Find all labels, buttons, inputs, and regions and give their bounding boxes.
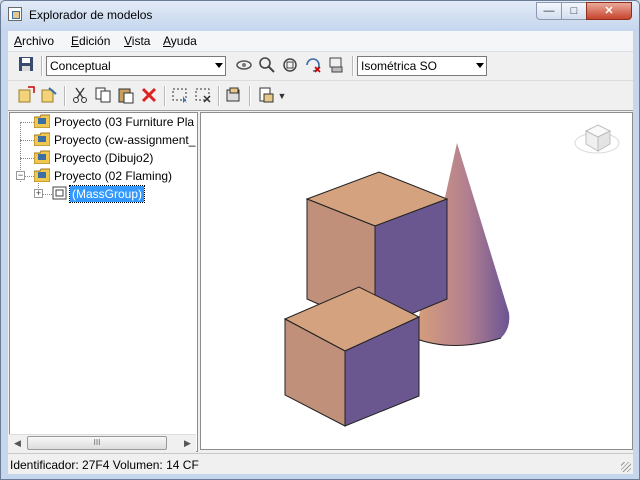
toolbar-separator — [164, 86, 166, 106]
paste-icon[interactable] — [116, 86, 136, 106]
maximize-button[interactable]: □ — [561, 2, 587, 20]
window-title: Explorador de modelos — [29, 8, 153, 22]
resize-grip[interactable] — [621, 462, 631, 472]
model-viewport[interactable] — [200, 112, 633, 450]
toolbar-separator — [41, 56, 43, 76]
mass-group-icon — [52, 186, 67, 200]
menu-archivo[interactable]: Archivo — [14, 34, 54, 48]
tree-item-label: Proyecto (03 Furniture Pla — [54, 115, 195, 129]
save-icon[interactable] — [16, 56, 36, 76]
status-text: Identificador: 27F4 Volumen: 14 CF — [10, 458, 199, 472]
fit-icon[interactable] — [326, 56, 346, 76]
tree-item-label: Proyecto (cw-assignment_ — [54, 133, 196, 147]
menu-bar: Archivo Edición Vista Ayuda — [8, 31, 633, 52]
menu-vista[interactable]: Vista — [124, 34, 150, 48]
project-folder-icon — [34, 168, 50, 182]
menu-ayuda[interactable]: Ayuda — [163, 34, 197, 48]
toolbar-separator — [352, 56, 354, 76]
scroll-right-button[interactable]: ▶ — [179, 435, 196, 452]
title-bar[interactable]: Explorador de modelos — □ ✕ — [1, 1, 639, 30]
open-project-icon[interactable] — [39, 86, 59, 106]
status-bar: Identificador: 27F4 Volumen: 14 CF — [8, 453, 633, 474]
toolbar-separator — [249, 86, 251, 106]
minimize-button[interactable]: — — [536, 2, 562, 20]
view-direction-select[interactable]: Isométrica SO — [357, 56, 487, 76]
toolbar-separator — [64, 86, 66, 106]
orbit-icon[interactable] — [234, 56, 254, 76]
zoom-extents-icon[interactable] — [280, 56, 300, 76]
tree-connector — [20, 122, 34, 123]
cut-icon[interactable] — [70, 86, 90, 106]
project-folder-icon — [34, 150, 50, 164]
lower-box-mass[interactable] — [283, 286, 421, 427]
app-window: Explorador de modelos — □ ✕ Archivo Edic… — [0, 0, 640, 480]
tree-item-label: Proyecto (02 Flaming) — [54, 169, 173, 183]
scroll-thumb[interactable]: III — [27, 436, 167, 450]
scroll-left-button[interactable]: ◀ — [9, 435, 26, 452]
view-cube-icon[interactable] — [574, 124, 620, 154]
copy-icon[interactable] — [93, 86, 113, 106]
select-icon[interactable] — [170, 86, 190, 106]
new-project-icon[interactable] — [16, 86, 36, 106]
chevron-down-icon[interactable]: ▼ — [276, 86, 288, 106]
tree-item-label-selected: (MassGroup) — [68, 185, 146, 203]
properties-icon[interactable] — [224, 86, 244, 106]
menu-edicion[interactable]: Edición — [71, 34, 110, 48]
export-icon[interactable] — [256, 86, 276, 106]
toolbar-view: Conceptual Isométrica SO — [8, 52, 633, 81]
tree-connector — [20, 140, 34, 141]
toolbar-edit: ▼ — [8, 82, 633, 111]
delete-icon[interactable] — [139, 86, 159, 106]
toolbar-separator — [218, 86, 220, 106]
close-button[interactable]: ✕ — [586, 2, 632, 20]
tree-item-label: Proyecto (Dibujo2) — [54, 151, 154, 165]
app-icon — [8, 7, 22, 21]
visual-style-select[interactable]: Conceptual — [46, 56, 226, 76]
tree-connector — [20, 158, 34, 159]
client-area: Archivo Edición Vista Ayuda Conceptual I… — [8, 31, 633, 474]
reset-view-icon[interactable] — [303, 56, 323, 76]
model-tree[interactable]: Proyecto (03 Furniture Pla Proyecto (cw-… — [9, 112, 198, 452]
viewport-canvas — [283, 124, 620, 427]
project-folder-icon — [34, 132, 50, 146]
collapse-toggle[interactable]: − — [16, 171, 25, 180]
expand-toggle[interactable]: + — [34, 189, 43, 198]
project-folder-icon — [34, 114, 50, 128]
zoom-icon[interactable] — [257, 56, 277, 76]
clear-selection-icon[interactable] — [193, 86, 213, 106]
tree-horizontal-scrollbar[interactable]: ◀ III ▶ — [9, 434, 196, 452]
